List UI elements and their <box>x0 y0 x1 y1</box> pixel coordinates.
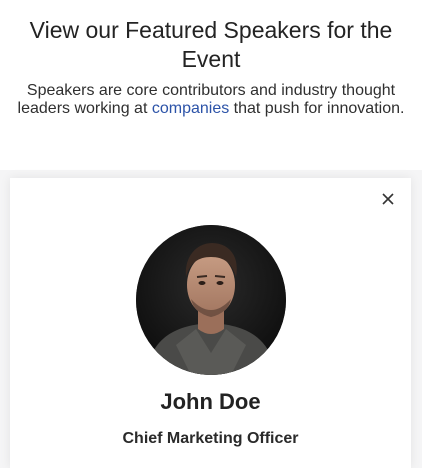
companies-link[interactable]: companies <box>152 100 229 117</box>
page-title: View our Featured Speakers for the Event <box>29 17 393 72</box>
page-header: View our Featured Speakers for the Event… <box>0 0 422 170</box>
speaker-modal: John Doe Chief Marketing Officer <box>10 178 411 468</box>
speaker-avatar <box>136 225 286 375</box>
speaker-role: Chief Marketing Officer <box>122 430 299 447</box>
speaker-name: John Doe <box>160 389 261 414</box>
page-subtitle: Speakers are core contributors and indus… <box>6 82 416 118</box>
close-icon[interactable] <box>381 192 395 206</box>
subtitle-text-end: that push for innovation. <box>229 100 405 117</box>
